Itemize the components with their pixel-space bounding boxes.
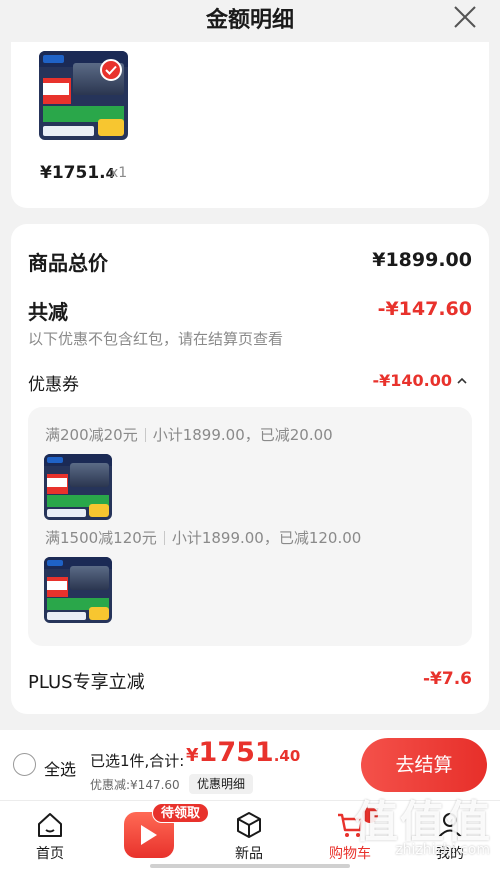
close-icon[interactable] bbox=[452, 4, 478, 30]
total-reduce-value: -¥147.60 bbox=[377, 298, 472, 320]
plus-discount-value: -¥7.6 bbox=[423, 669, 472, 689]
product-price: ¥1751.4 bbox=[40, 163, 115, 183]
product-quantity: x1 bbox=[110, 165, 128, 181]
coupon-label[interactable]: 优惠券 bbox=[28, 370, 79, 395]
selected-check-icon bbox=[100, 59, 122, 81]
page-title: 金额明细 bbox=[205, 8, 294, 33]
total-price-label: 商品总价 bbox=[28, 251, 108, 275]
discount-note: 以下优惠不包含红包，请在结算页查看 bbox=[28, 330, 284, 348]
checkout-button[interactable]: 去结算 bbox=[361, 738, 487, 792]
select-all-label[interactable]: 全选 bbox=[44, 756, 76, 780]
coupon-rule-detail: 小计1899.00，已减20.00 bbox=[152, 426, 333, 444]
modal-header: 金额明细 bbox=[0, 0, 500, 42]
chevron-up-icon[interactable] bbox=[456, 376, 468, 386]
plus-discount-label: PLUS专享立减 bbox=[28, 672, 145, 693]
coupon-rule: 满1500减120元 bbox=[45, 529, 157, 547]
promo-pill[interactable]: 待领取 bbox=[152, 803, 210, 823]
product-image[interactable] bbox=[39, 51, 128, 140]
coupon-product-image[interactable] bbox=[44, 454, 112, 520]
tab-new-label: 新品 bbox=[235, 846, 263, 862]
watermark-logo: 值值值 bbox=[354, 797, 492, 848]
coupon-rule-detail: 小计1899.00，已减120.00 bbox=[171, 529, 362, 547]
discount-summary: 优惠减:¥147.60 bbox=[90, 778, 180, 792]
select-all-radio[interactable] bbox=[13, 753, 36, 776]
total-reduce-label: 共减 bbox=[28, 300, 68, 324]
total-price-value: ¥1899.00 bbox=[372, 249, 472, 271]
cube-icon bbox=[237, 812, 261, 838]
coupon-product-image[interactable] bbox=[44, 557, 112, 623]
coupon-value[interactable]: -¥140.00 bbox=[372, 371, 452, 390]
tab-home-label: 首页 bbox=[36, 846, 64, 862]
selected-count-text: 已选1件,合计: bbox=[90, 752, 185, 770]
coupon-rule-line: 满1500减120元 小计1899.00，已减120.00 bbox=[45, 527, 361, 548]
coupon-rule: 满200减20元 bbox=[45, 426, 138, 444]
home-icon bbox=[38, 813, 62, 837]
discount-detail-button[interactable]: 优惠明细 bbox=[189, 774, 254, 794]
watermark-url: zhizhizhi.com bbox=[395, 842, 490, 858]
order-total: ¥1751.40 bbox=[186, 737, 301, 768]
coupon-rule-line: 满200减20元 小计1899.00，已减20.00 bbox=[45, 424, 333, 445]
home-indicator bbox=[150, 864, 350, 868]
